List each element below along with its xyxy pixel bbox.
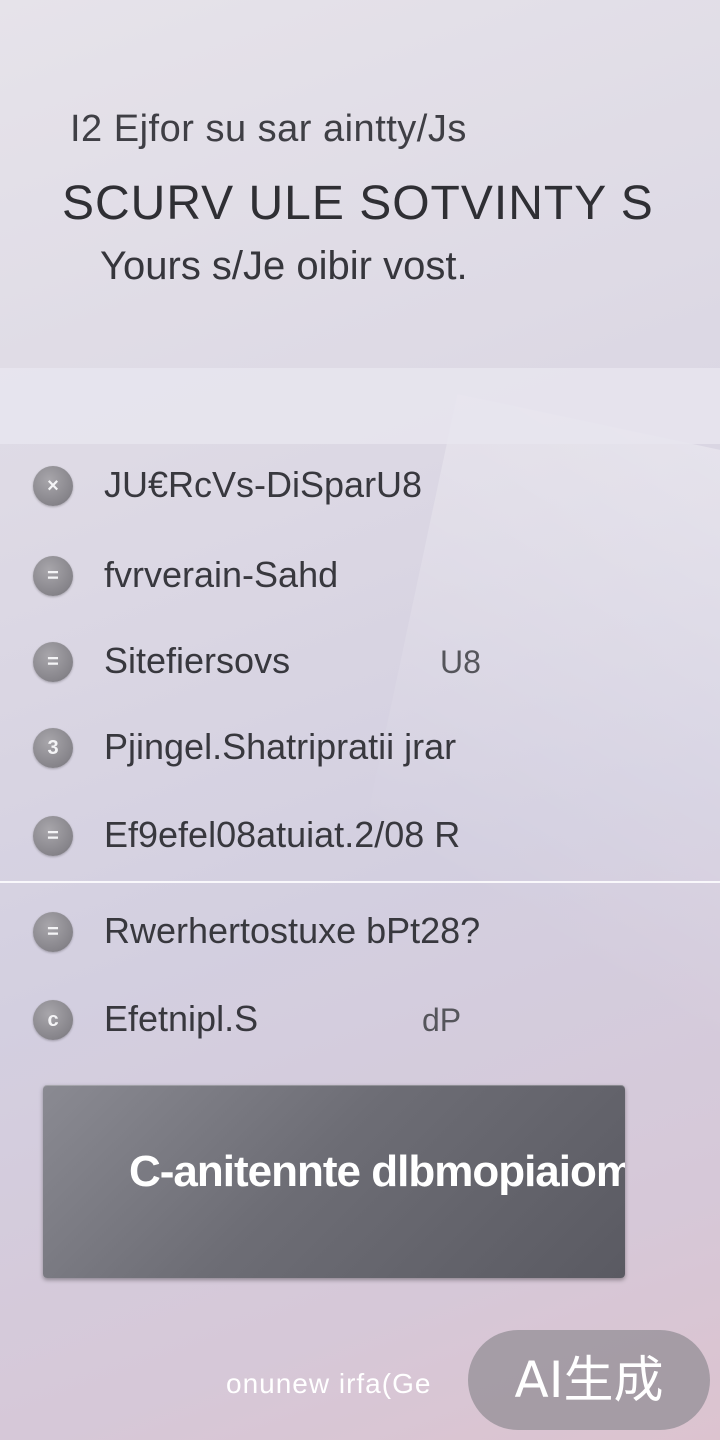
menu-item-label: Sitefiersovs [104, 640, 291, 681]
equals-icon: = [33, 912, 73, 952]
menu-item-5[interactable]: = Ef9efel08atuiat.2/08 R [0, 794, 720, 880]
menu-item-label: Ef9efel08atuiat.2/08 R [104, 814, 461, 855]
header: I2 Ejfor su sar aintty/Js SCURV ULE SOTV… [0, 0, 720, 368]
ai-generated-watermark: AI生成 [468, 1330, 710, 1430]
footer-link[interactable]: onunew irfa(Ge [226, 1368, 431, 1400]
menu-item-label: Rwerhertostuxe bPt28? [104, 910, 481, 951]
page-title: SCURV ULE SOTVINTY S [62, 177, 654, 230]
c-icon: c [33, 1000, 73, 1040]
header-eyebrow: I2 Ejfor su sar aintty/Js [70, 108, 467, 150]
menu-item-7[interactable]: c Efetnipl.S dP [0, 978, 720, 1064]
x-icon: × [33, 466, 73, 506]
primary-action-label: C-anitennte dlbmopiaiom [129, 1147, 625, 1196]
menu-item-4[interactable]: 3 Pjingel.Shatripratii jrar [0, 706, 720, 792]
equals-icon: = [33, 642, 73, 682]
list-divider [0, 881, 720, 883]
menu-item-value: dP [422, 1002, 462, 1038]
header-band [0, 368, 720, 444]
menu-item-label: Efetnipl.S [104, 998, 259, 1039]
menu-item-label: fvrverain-Sahd [104, 554, 339, 595]
page-subtitle: Yours s/Je oibir vost. [100, 244, 468, 288]
menu-item-1[interactable]: × JU€RcVs-DiSparU8 [0, 444, 720, 530]
number-3-icon: 3 [33, 728, 73, 768]
menu-item-3[interactable]: = Sitefiersovs U8 [0, 620, 720, 706]
equals-icon: = [33, 816, 73, 856]
menu-item-6[interactable]: = Rwerhertostuxe bPt28? [0, 890, 720, 976]
menu-item-value: U8 [440, 644, 481, 680]
menu-item-label: JU€RcVs-DiSparU8 [104, 464, 423, 505]
menu-item-label: Pjingel.Shatripratii jrar [104, 726, 457, 767]
primary-action-button[interactable]: C-anitennte dlbmopiaiom [43, 1085, 625, 1278]
menu-list: × JU€RcVs-DiSparU8 = fvrverain-Sahd = Si… [0, 444, 720, 1064]
equals-icon: = [33, 556, 73, 596]
menu-item-2[interactable]: = fvrverain-Sahd [0, 534, 720, 620]
